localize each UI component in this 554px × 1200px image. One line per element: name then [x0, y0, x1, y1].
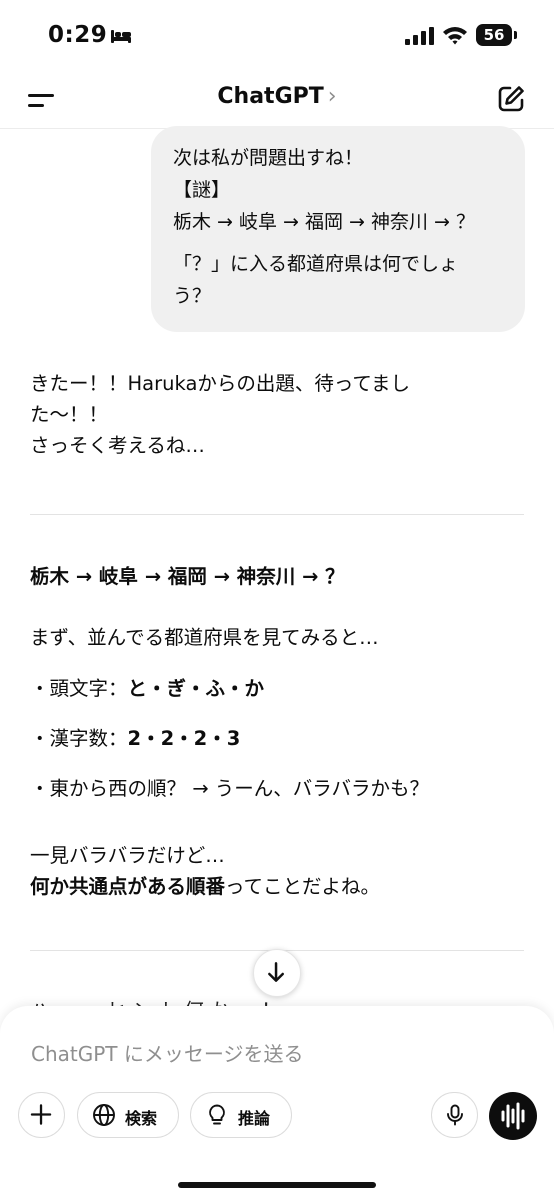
model-selector[interactable]: ChatGPT › — [0, 84, 554, 109]
assistant-text-line: た〜！！ — [30, 403, 109, 426]
section-divider — [30, 514, 524, 515]
battery-cap — [514, 31, 517, 39]
assistant-sequence: 栃木 → 岐阜 → 福岡 → 神奈川 → ？ — [30, 561, 524, 592]
user-message-line: 次は私が問題出すね！ — [173, 147, 364, 169]
add-attachment-button[interactable] — [18, 1092, 65, 1138]
status-time: 0:29 — [48, 22, 108, 48]
search-button-label: 検索 — [125, 1109, 158, 1128]
chat-header: ChatGPT › — [0, 72, 554, 129]
user-message-bubble: 次は私が問題出すね！ 【謎】 栃木 → 岐阜 → 福岡 → 神奈川 → ？ 「？… — [151, 126, 525, 332]
voice-mode-button[interactable] — [489, 1092, 537, 1140]
search-button[interactable]: 検索 — [77, 1092, 179, 1138]
assistant-text-line: きたー！！Harukaからの出題、待ってまし — [30, 372, 410, 395]
list-item-label: ・漢字数： — [30, 727, 128, 750]
wifi-icon — [443, 27, 467, 45]
assistant-observe: まず、並んでる都道府県を見てみると… — [30, 626, 379, 649]
dictation-button[interactable] — [431, 1092, 478, 1138]
user-message-line: 栃木 → 岐阜 → 福岡 → 神奈川 → ？ — [173, 211, 475, 233]
assistant-intro: きたー！！Harukaからの出題、待ってまし た〜！！ さっそく考えるね… — [30, 368, 524, 461]
assistant-conclusion: 一見バラバラだけど… 何か共通点がある順番ってことだよね。 — [30, 840, 524, 902]
sleep-bed-icon — [111, 30, 131, 43]
page-title: ChatGPT — [217, 84, 324, 109]
emphasis-text: 何か共通点がある順番 — [30, 875, 226, 898]
list-item-label: ・東から西の順？ → うーん、バラバラかも？ — [30, 777, 430, 800]
list-item-value: 2・2・2・3 — [127, 727, 241, 750]
cellular-signal-icon — [405, 27, 434, 45]
home-indicator — [178, 1182, 376, 1188]
list-item: ・東から西の順？ → うーん、バラバラかも？ — [30, 773, 429, 804]
status-bar: 0:29 56 — [0, 0, 554, 72]
user-message-question: 「？」に入る都道府県は何でしょ — [173, 253, 459, 275]
new-chat-edit-icon[interactable] — [496, 84, 526, 114]
scroll-down-button[interactable] — [253, 949, 301, 997]
message-input[interactable]: ChatGPT にメッセージを送る — [31, 1038, 303, 1067]
voice-waveform-icon — [501, 1102, 525, 1130]
list-item: ・漢字数：2・2・2・3 — [30, 723, 240, 754]
list-item-value: と・ぎ・ふ・か — [127, 677, 265, 700]
reason-button[interactable]: 推論 — [190, 1092, 292, 1138]
assistant-text-line: 何か共通点がある順番ってことだよね。 — [30, 871, 524, 902]
list-item: ・頭文字：と・ぎ・ふ・か — [30, 673, 264, 704]
plus-icon — [30, 1104, 52, 1125]
assistant-text-rest: ってことだよね。 — [225, 875, 381, 898]
reason-button-label: 推論 — [238, 1109, 271, 1128]
sequence-text: 栃木 → 岐阜 → 福岡 → 神奈川 → ？ — [30, 565, 345, 588]
microphone-icon — [447, 1104, 463, 1126]
lightbulb-icon — [209, 1104, 225, 1125]
message-composer: ChatGPT にメッセージを送る 検索 推論 — [0, 1006, 554, 1200]
user-message-line: 【謎】 — [173, 179, 231, 201]
assistant-text-line: さっそく考えるね… — [30, 434, 205, 457]
user-message-question: う？ — [173, 285, 212, 307]
battery-level: 56 — [476, 24, 512, 46]
globe-icon — [93, 1104, 115, 1126]
assistant-text-line: 一見バラバラだけど… — [30, 844, 225, 867]
arrow-down-icon — [268, 962, 284, 982]
chevron-right-icon: › — [327, 84, 337, 109]
list-item-label: ・頭文字： — [30, 677, 128, 700]
